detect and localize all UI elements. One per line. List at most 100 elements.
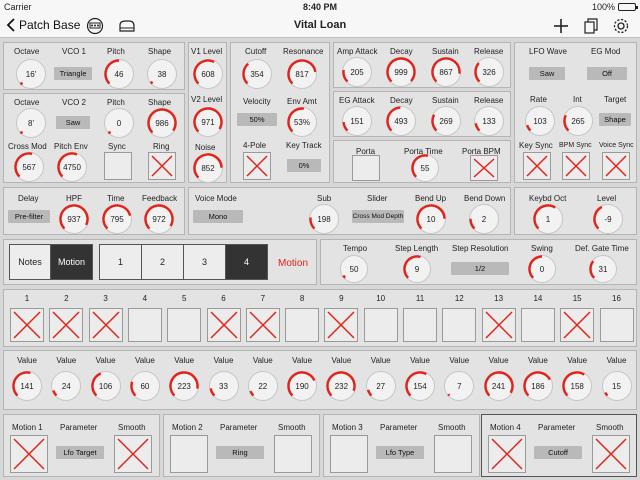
feedback-knob[interactable]: 972 [144, 204, 174, 234]
motion-smooth-toggle[interactable] [114, 435, 152, 473]
voice-sync-toggle[interactable] [602, 152, 630, 180]
env-amt-knob[interactable]: 53% [287, 107, 317, 137]
motion-slot-toggle[interactable] [170, 435, 208, 473]
vco1-wave-select[interactable]: Triangle [54, 67, 92, 80]
bpm-sync-toggle[interactable] [562, 152, 590, 180]
step-value-knob[interactable]: 186 [522, 371, 553, 401]
gate-time-knob[interactable]: 31 [589, 255, 617, 283]
bend-down-knob[interactable]: 2 [469, 204, 499, 234]
porta-bpm-toggle[interactable] [470, 155, 498, 181]
eg-mod-select[interactable]: Off [587, 67, 627, 80]
v1-level-knob[interactable]: 608 [193, 59, 223, 89]
eg-decay-knob[interactable]: 493 [386, 106, 416, 136]
porta-time-knob[interactable]: 55 [411, 154, 439, 182]
vco2-shape-knob[interactable]: 986 [147, 108, 177, 138]
step-toggle[interactable] [599, 308, 634, 342]
velocity-select[interactable]: 50% [237, 113, 277, 126]
step-value-knob[interactable]: 7 [444, 371, 475, 401]
step-toggle[interactable] [49, 308, 84, 342]
slider-select[interactable]: Cross Mod Depth [352, 210, 404, 223]
step-res-select[interactable]: 1/2 [451, 262, 509, 275]
amp-release-knob[interactable]: 326 [474, 57, 504, 87]
step-value-knob[interactable]: 60 [129, 371, 160, 401]
v2-level-knob[interactable]: 971 [193, 107, 223, 137]
step-toggle[interactable] [285, 308, 320, 342]
page-1-button[interactable]: 1 [99, 244, 142, 280]
tab-motion[interactable]: Motion [50, 244, 93, 280]
step-toggle[interactable] [560, 308, 595, 342]
step-value-knob[interactable]: 106 [90, 371, 121, 401]
motion-parameter-select[interactable]: Lfo Type [376, 446, 424, 459]
step-value-knob[interactable]: 15 [601, 371, 632, 401]
motion-smooth-toggle[interactable] [592, 435, 630, 473]
step-value-knob[interactable]: 158 [562, 371, 593, 401]
step-value-knob[interactable]: 27 [365, 371, 396, 401]
step-value-knob[interactable]: 22 [247, 371, 278, 401]
lfo-int-knob[interactable]: 265 [563, 106, 593, 136]
motion-smooth-toggle[interactable] [434, 435, 472, 473]
swing-knob[interactable]: 0 [528, 255, 556, 283]
sub-knob[interactable]: 198 [309, 204, 339, 234]
vco1-octave-knob[interactable]: 16' [16, 59, 46, 89]
step-length-knob[interactable]: 9 [403, 255, 431, 283]
step-toggle[interactable] [127, 308, 162, 342]
step-value-knob[interactable]: 33 [208, 371, 239, 401]
add-icon[interactable] [552, 17, 570, 35]
step-toggle[interactable] [10, 308, 44, 342]
amp-sustain-knob[interactable]: 867 [431, 57, 461, 87]
step-value-knob[interactable]: 241 [483, 371, 514, 401]
motion-slot-toggle[interactable] [488, 435, 526, 473]
step-value-knob[interactable]: 141 [12, 371, 42, 401]
noise-knob[interactable]: 852 [193, 153, 223, 183]
vco1-shape-knob[interactable]: 38 [147, 59, 177, 89]
vco1-pitch-knob[interactable]: 46 [104, 59, 134, 89]
page-4-button[interactable]: 4 [225, 244, 268, 280]
step-toggle[interactable] [520, 308, 555, 342]
step-value-knob[interactable]: 232 [326, 371, 357, 401]
step-toggle[interactable] [481, 308, 516, 342]
key-sync-toggle[interactable] [523, 152, 551, 180]
four-pole-toggle[interactable] [243, 152, 271, 180]
keybd-oct-knob[interactable]: 1 [533, 204, 563, 234]
level-knob[interactable]: -9 [593, 204, 623, 234]
page-3-button[interactable]: 3 [183, 244, 226, 280]
vco2-octave-knob[interactable]: 8' [16, 108, 46, 138]
eg-sustain-knob[interactable]: 269 [431, 106, 461, 136]
amp-attack-knob[interactable]: 205 [342, 57, 372, 87]
gear-icon[interactable] [612, 17, 630, 35]
step-value-knob[interactable]: 154 [405, 371, 435, 401]
key-track-select[interactable]: 0% [287, 159, 321, 172]
step-value-knob[interactable]: 24 [51, 371, 82, 401]
copy-patch-icon[interactable] [582, 17, 600, 35]
step-toggle[interactable] [363, 308, 398, 342]
delay-mode-select[interactable]: Pre-filter [8, 210, 50, 223]
motion-slot-toggle[interactable] [10, 435, 48, 473]
motion-parameter-select[interactable]: Lfo Target [56, 446, 104, 459]
step-toggle[interactable] [206, 308, 241, 342]
step-value-knob[interactable]: 223 [169, 371, 200, 401]
step-toggle[interactable] [324, 308, 359, 342]
eg-attack-knob[interactable]: 151 [342, 106, 372, 136]
step-value-knob[interactable]: 190 [287, 371, 318, 401]
step-toggle[interactable] [442, 308, 477, 342]
page-2-button[interactable]: 2 [141, 244, 184, 280]
delay-time-knob[interactable]: 795 [102, 204, 132, 234]
cutoff-knob[interactable]: 354 [242, 59, 272, 89]
step-toggle[interactable] [403, 308, 437, 342]
vco2-pitch-knob[interactable]: 0 [104, 108, 134, 138]
porta-toggle[interactable] [352, 155, 380, 181]
motion-slot-toggle[interactable] [330, 435, 368, 473]
motion-parameter-select[interactable]: Ring [216, 446, 264, 459]
vco2-pitchenv-knob[interactable]: 4750 [57, 152, 87, 182]
amp-decay-knob[interactable]: 999 [386, 57, 416, 87]
lfo-wave-select[interactable]: Saw [529, 67, 565, 80]
vco2-ring-toggle[interactable] [148, 152, 176, 180]
vco2-crossmod-knob[interactable]: 567 [14, 152, 44, 182]
vco2-wave-select[interactable]: Saw [56, 116, 90, 129]
step-toggle[interactable] [88, 308, 123, 342]
voice-mode-select[interactable]: Mono [193, 210, 243, 223]
tempo-knob[interactable]: 50 [340, 255, 368, 283]
bend-up-knob[interactable]: 10 [416, 204, 446, 234]
vco2-sync-toggle[interactable] [104, 152, 132, 180]
hpf-knob[interactable]: 937 [59, 204, 89, 234]
